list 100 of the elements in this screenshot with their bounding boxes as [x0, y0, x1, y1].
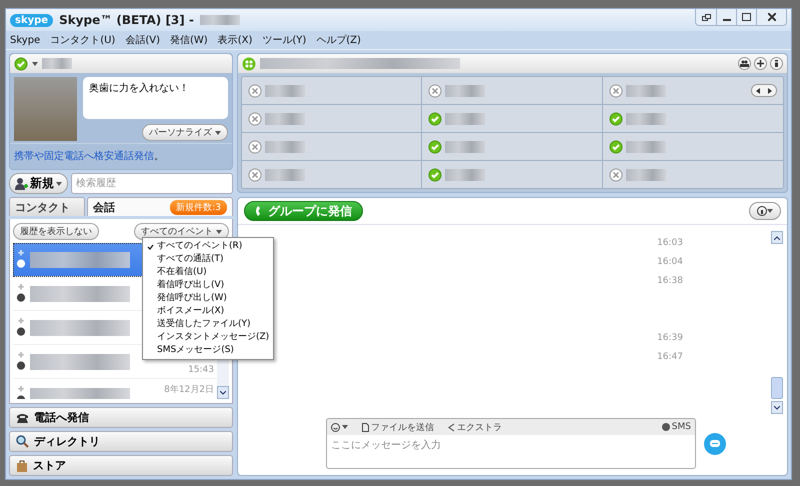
shopping-bag-icon: [16, 459, 28, 472]
app-logo: skype: [10, 14, 54, 26]
emoticon-button[interactable]: [331, 422, 348, 432]
menu-item[interactable]: すべてのイベント(R): [143, 240, 273, 253]
info-icon: [757, 206, 767, 216]
online-status-icon: [428, 112, 442, 126]
offline-status-icon: [608, 168, 623, 182]
redacted-text: [445, 84, 486, 96]
participant-cell[interactable]: [242, 133, 422, 161]
menu-item[interactable]: 送受信したファイル(Y): [143, 318, 273, 331]
add-button[interactable]: [754, 57, 767, 70]
personalize-button[interactable]: パーソナライズ: [142, 124, 228, 141]
participant-cell[interactable]: [242, 77, 422, 105]
menu-item[interactable]: 着信呼び出し(V): [143, 279, 273, 292]
circle-icon: [662, 423, 670, 431]
left-triangle-icon: [756, 88, 760, 94]
caret-icon: [216, 230, 222, 234]
menu-item[interactable]: Skype: [10, 34, 40, 46]
chat-bubble-icon: [710, 440, 720, 448]
pin-chat-icon: [16, 352, 26, 372]
menu-item[interactable]: 表示(X): [218, 33, 252, 47]
message-time: 16:47: [657, 352, 683, 364]
caret-icon: [215, 131, 221, 135]
message-time: 16:03: [657, 238, 683, 250]
promo-link[interactable]: 携帯や固定電話へ格安通話発信: [14, 151, 154, 162]
redacted-text: [626, 112, 666, 124]
menu-item[interactable]: すべての通話(T): [143, 253, 273, 266]
menu-item[interactable]: コンタクト(U): [50, 33, 116, 47]
tab[interactable]: 会話 新規件数:3: [87, 197, 233, 216]
maximize-icon: [742, 13, 751, 21]
send-file-button[interactable]: ファイルを送信: [362, 420, 434, 434]
online-status-icon: [428, 140, 442, 154]
new-count-badge: 新規件数:3: [170, 200, 227, 214]
sidebar-button[interactable]: 電話へ発信: [9, 407, 233, 428]
redacted-text: [265, 140, 305, 152]
offline-status-icon: [248, 112, 262, 126]
caret-icon: [342, 425, 348, 429]
offline-status-icon: [428, 84, 442, 98]
menu-item[interactable]: ヘルプ(Z): [316, 33, 361, 47]
menu-item[interactable]: 不在着信(U): [143, 266, 273, 279]
redacted-text: [445, 140, 486, 152]
menu-item[interactable]: 発信呼び出し(W): [143, 292, 273, 305]
offline-status-icon: [248, 140, 262, 154]
sidebar-button[interactable]: ストア: [9, 455, 233, 476]
chevron-icon: [448, 422, 455, 432]
redacted-text: [265, 84, 305, 96]
offline-status-icon: [248, 84, 262, 98]
plus-icon: [757, 60, 764, 67]
people-icon: [740, 60, 749, 67]
menu-item[interactable]: 会話(V): [125, 33, 160, 47]
menu-item[interactable]: インスタントメッセージ(Z): [143, 331, 273, 344]
menu-item[interactable]: ボイスメール(X): [143, 305, 273, 318]
promo-text: 携帯や固定電話へ格安通話発信。: [10, 143, 232, 169]
redacted-text: [626, 168, 666, 180]
caret-icon: [56, 182, 62, 186]
scroll-down-button[interactable]: [771, 401, 783, 414]
participant-cell[interactable]: [422, 133, 603, 161]
participant-cell[interactable]: [242, 105, 422, 133]
photo-placeholder: [14, 77, 77, 141]
scroll-thumb[interactable]: [771, 377, 783, 399]
redacted-text: [445, 168, 486, 180]
online-status-icon: [608, 112, 623, 126]
sidebar-button[interactable]: ディレクトリ: [9, 431, 233, 452]
hide-history-button[interactable]: 履歴を表示しない: [13, 223, 99, 240]
participants-button[interactable]: [738, 57, 751, 70]
search-field[interactable]: 検索履歴: [71, 173, 233, 194]
extras-button[interactable]: エクストラ: [448, 420, 502, 434]
magnifier-icon: [16, 435, 29, 448]
info-button[interactable]: [770, 57, 783, 70]
tab[interactable]: コンタクト: [9, 197, 85, 216]
add-contact-icon: [15, 177, 28, 190]
mood-message[interactable]: 奥歯に力を入れない！: [83, 77, 228, 119]
redacted-text: [265, 168, 305, 180]
send-message-button[interactable]: [704, 432, 726, 454]
call-info-button[interactable]: [749, 202, 781, 220]
participant-cell[interactable]: [422, 77, 603, 105]
participant-cell[interactable]: [422, 105, 603, 133]
redacted-text: [626, 140, 666, 152]
online-status-icon: [608, 140, 623, 154]
scroll-down-button[interactable]: [217, 386, 229, 399]
restore-windows-icon: [702, 14, 710, 20]
menu-item[interactable]: 発信(W): [170, 33, 208, 47]
pin-chat-icon: [16, 250, 26, 270]
offline-status-icon: [608, 84, 623, 98]
offline-status-icon: [248, 168, 262, 182]
menu-item[interactable]: ツール(Y): [262, 33, 306, 47]
scroll-up-button[interactable]: [771, 231, 783, 244]
message-input[interactable]: ここにメッセージを入力: [326, 435, 696, 469]
redacted-text: [42, 58, 72, 69]
smiley-icon: [331, 422, 340, 432]
new-button[interactable]: 新規: [9, 173, 68, 194]
close-icon: [768, 13, 776, 21]
message-time: 16:39: [657, 333, 683, 345]
file-icon: [362, 422, 369, 432]
info-icon: [775, 60, 778, 67]
online-status-icon: [428, 168, 442, 182]
redacted-text: [445, 112, 486, 124]
telephone-icon: [16, 412, 29, 424]
sms-button[interactable]: SMS: [662, 422, 691, 432]
caret-icon: [767, 209, 773, 213]
